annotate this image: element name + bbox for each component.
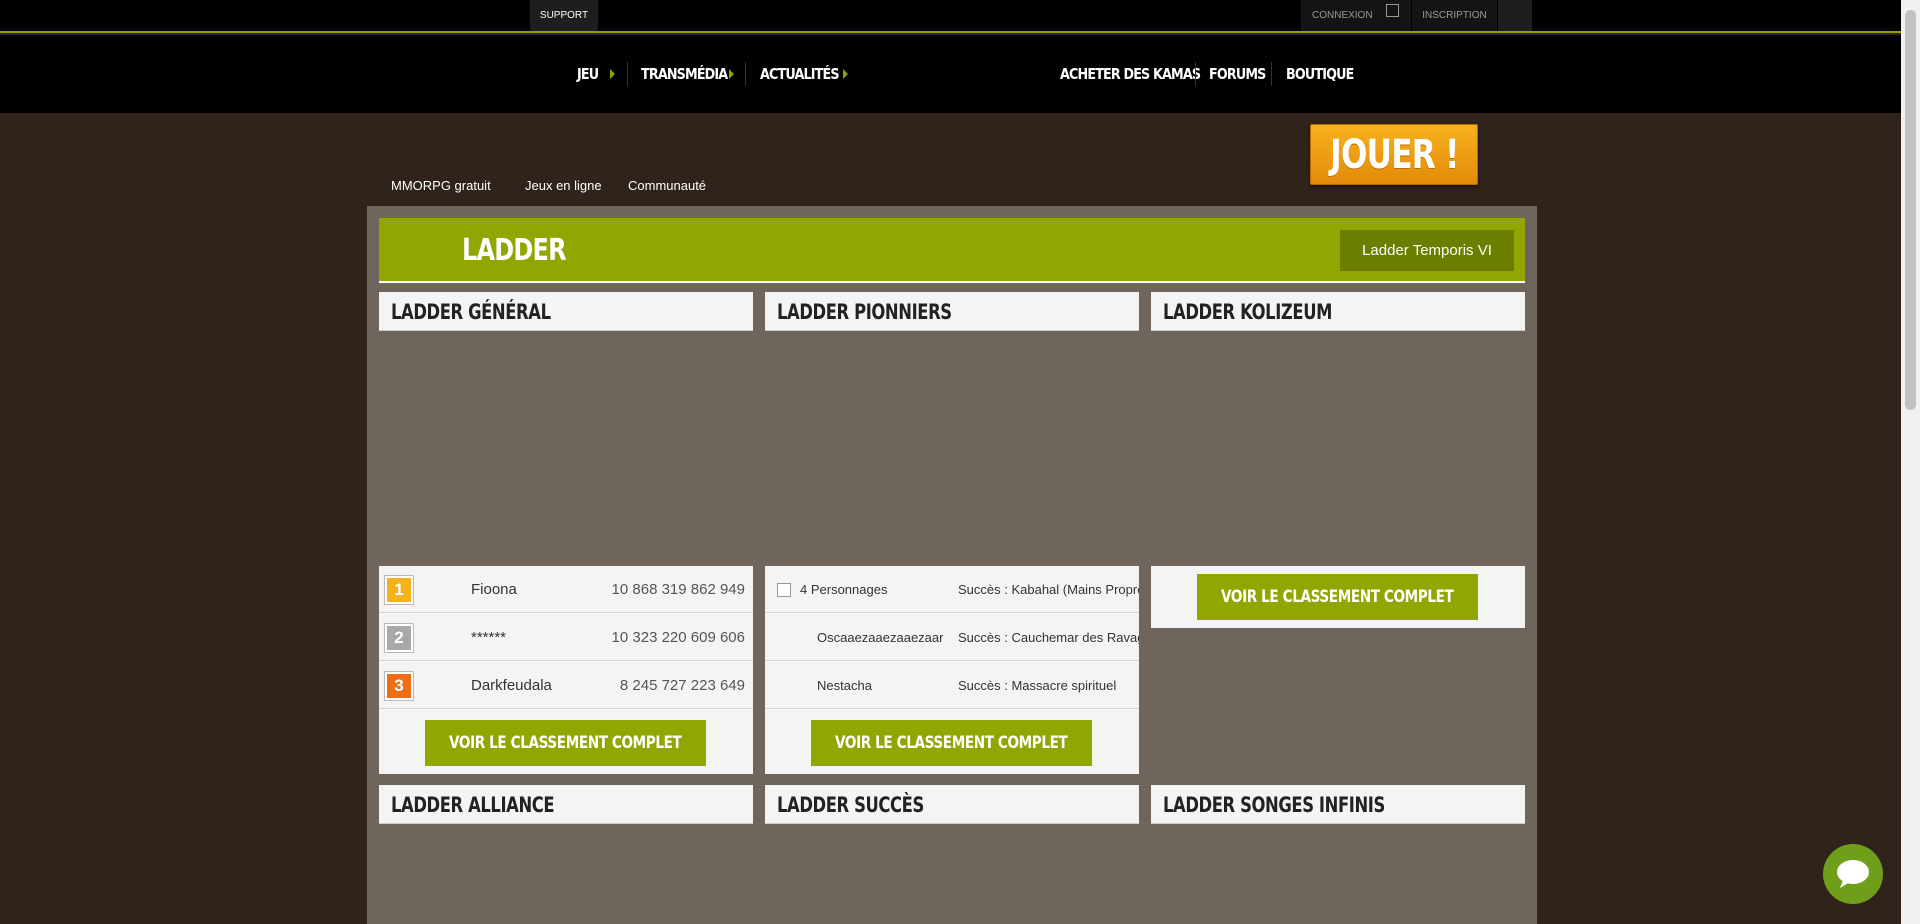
card-title: LADDER GÉNÉRAL (391, 299, 551, 324)
login-checkbox-icon[interactable] (1386, 4, 1399, 17)
pionniers-ladder-list: 4 Personnages Succès : Kabahal (Mains Pr… (765, 566, 1139, 774)
card-title: LADDER KOLIZEUM (1163, 299, 1333, 324)
card-title: LADDER ALLIANCE (391, 792, 555, 817)
player-name[interactable]: 4 Personnages (800, 566, 887, 613)
play-button-label: JOUER ! (1329, 131, 1459, 178)
nav-transmedia-arrow-icon (729, 69, 734, 79)
subnav-mmorpg[interactable]: MMORPG gratuit (391, 178, 491, 193)
nav-jeu-arrow-icon (610, 69, 615, 79)
card-ladder-pionniers-header: LADDER PIONNIERS (765, 292, 1139, 331)
table-row[interactable]: 4 Personnages Succès : Kabahal (Mains Pr… (765, 566, 1139, 613)
card-ladder-general-header: LADDER GÉNÉRAL (379, 292, 753, 331)
temporis-ladder-button[interactable]: Ladder Temporis VI (1340, 230, 1514, 271)
support-link[interactable]: SUPPORT (530, 0, 598, 31)
chat-bubble-icon (1837, 860, 1869, 888)
subnav-communaute[interactable]: Communauté (628, 178, 706, 193)
player-name[interactable]: ****** (471, 614, 506, 661)
player-success: Succès : Massacre spirituel (958, 678, 1117, 693)
nav-actualites[interactable]: ACTUALITÉS (760, 35, 840, 113)
player-name[interactable]: Oscaaezaaezaaezaar (817, 614, 943, 661)
voir-classement-button[interactable]: VOIR LE CLASSEMENT COMPLET (1197, 574, 1478, 620)
card-ladder-kolizeum-header: LADDER KOLIZEUM (1151, 292, 1525, 331)
nav-divider (1195, 62, 1196, 86)
nav-boutique[interactable]: BOUTIQUE (1286, 35, 1354, 113)
rank-badge: 1 (385, 576, 413, 604)
card-ladder-songes-header: LADDER SONGES INFINIS (1151, 785, 1525, 824)
table-row[interactable]: 2 ****** 10 323 220 609 606 (379, 614, 753, 661)
nav-actualites-arrow-icon (843, 69, 848, 79)
player-success: Succès : Cauchemar des Ravag (958, 630, 1139, 645)
general-ladder-list: 1 Fioona 10 868 319 862 949 2 ****** 10 … (379, 566, 753, 774)
table-row[interactable]: Nestacha Succès : Massacre spirituel (765, 662, 1139, 709)
rank-badge: 3 (385, 672, 413, 700)
nav-forums[interactable]: FORUMS (1209, 35, 1266, 113)
voir-classement-button[interactable]: VOIR LE CLASSEMENT COMPLET (811, 720, 1092, 766)
player-name[interactable]: Darkfeudala (471, 662, 552, 709)
player-score: 10 868 319 862 949 (611, 581, 745, 598)
table-row[interactable]: 3 Darkfeudala 8 245 727 223 649 (379, 662, 753, 709)
card-title: LADDER SUCCÈS (777, 792, 924, 817)
player-name[interactable]: Nestacha (817, 662, 872, 709)
nav-transmedia[interactable]: TRANSMÉDIA (641, 35, 728, 113)
player-name[interactable]: Fioona (471, 566, 517, 613)
play-button[interactable]: JOUER ! (1310, 124, 1478, 185)
table-row[interactable]: 1 Fioona 10 868 319 862 949 (379, 566, 753, 613)
connexion-label: CONNEXION (1312, 10, 1373, 21)
rank-badge: 2 (385, 624, 413, 652)
voir-label: VOIR LE CLASSEMENT COMPLET (449, 733, 682, 753)
nav-acheter-kamas[interactable]: ACHETER DES KAMAS (1060, 35, 1201, 113)
player-success: Succès : Kabahal (Mains Propre (958, 582, 1139, 597)
nav-divider (627, 62, 628, 86)
main-nav: JEU TRANSMÉDIA ACTUALITÉS ACHETER DES KA… (0, 35, 1901, 113)
top-bar: SUPPORT CONNEXION INSCRIPTION (0, 0, 1901, 33)
card-title: LADDER SONGES INFINIS (1163, 792, 1385, 817)
page-title: LADDER (462, 233, 567, 268)
voir-label: VOIR LE CLASSEMENT COMPLET (835, 733, 1068, 753)
nav-divider (745, 62, 746, 86)
card-ladder-alliance-header: LADDER ALLIANCE (379, 785, 753, 824)
kolizeum-ladder-list: VOIR LE CLASSEMENT COMPLET (1151, 566, 1525, 628)
voir-classement-button[interactable]: VOIR LE CLASSEMENT COMPLET (425, 720, 706, 766)
connexion-link[interactable]: CONNEXION (1301, 0, 1411, 31)
topbar-extra-button[interactable] (1498, 0, 1532, 31)
nav-divider (1271, 62, 1272, 86)
scrollbar[interactable] (1901, 0, 1920, 924)
checkbox-icon[interactable] (777, 583, 791, 597)
nav-jeu[interactable]: JEU (577, 35, 599, 113)
card-ladder-succes-header: LADDER SUCCÈS (765, 785, 1139, 824)
card-title: LADDER PIONNIERS (777, 299, 952, 324)
inscription-link[interactable]: INSCRIPTION (1412, 0, 1497, 31)
voir-label: VOIR LE CLASSEMENT COMPLET (1221, 587, 1454, 607)
subnav-jeux-en-ligne[interactable]: Jeux en ligne (525, 178, 602, 193)
player-score: 10 323 220 609 606 (611, 629, 745, 646)
table-row[interactable]: Oscaaezaaezaaezaar Succès : Cauchemar de… (765, 614, 1139, 661)
scrollbar-thumb[interactable] (1905, 10, 1916, 410)
player-score: 8 245 727 223 649 (619, 677, 745, 694)
chat-button[interactable] (1823, 844, 1883, 904)
